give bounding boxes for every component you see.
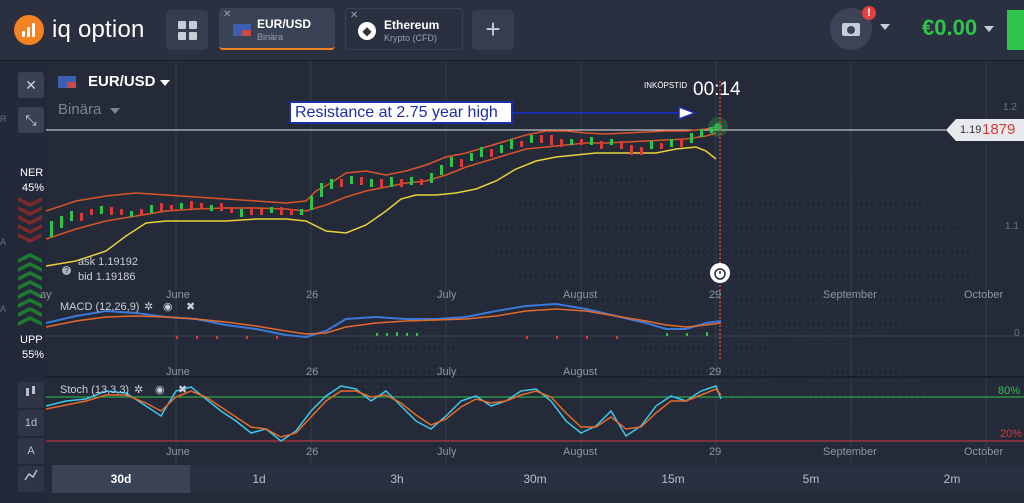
us-flag-icon <box>58 76 76 88</box>
top-bar: iq option ✕ EUR/USD Binära ✕ ◆ Ethereum … <box>0 0 1024 61</box>
logo-text: iq option <box>52 16 145 43</box>
tab-subtitle: Krypto (CFD) <box>384 33 438 43</box>
month-label: September <box>823 446 877 458</box>
close-tab-icon[interactable]: ✕ <box>223 9 231 20</box>
month-label: 26 <box>306 366 319 378</box>
month-label: September <box>823 289 877 301</box>
eye-icon[interactable]: ◉ <box>155 383 165 396</box>
month-label: October <box>964 446 1004 458</box>
gear-icon[interactable]: ✲ <box>144 300 153 313</box>
add-tab-button[interactable]: + <box>472 10 514 50</box>
sentiment-chevrons <box>18 197 42 326</box>
tab-subtitle: Binära <box>257 32 284 42</box>
month-label: June <box>166 366 190 378</box>
month-label: August <box>563 446 598 458</box>
macd-zero: 0 <box>1014 328 1020 339</box>
resistance-annotation: Resistance at 2.75 year high <box>289 101 513 124</box>
expiry-label: INKÖPSTID <box>644 81 688 90</box>
instrument-type[interactable]: Binära <box>58 101 101 118</box>
asset-selector[interactable]: EUR/USD <box>88 73 156 90</box>
macd-label: MACD (12,26,9) <box>60 301 140 313</box>
deposit-button[interactable] <box>1007 10 1024 50</box>
timeframe-1d[interactable]: 1d <box>190 465 328 493</box>
close-icon[interactable]: ✖ <box>186 300 195 313</box>
close-tab-icon[interactable]: ✕ <box>350 10 358 21</box>
logo[interactable]: iq option <box>14 14 145 46</box>
price-tick: 1.2 <box>1003 102 1017 113</box>
timeframe-30d[interactable]: 30d <box>52 465 190 493</box>
chevron-down-icon[interactable] <box>110 108 120 114</box>
timeframe-3h[interactable]: 3h <box>328 465 466 493</box>
month-label: August <box>563 289 598 301</box>
chevron-down-icon[interactable] <box>984 26 994 32</box>
month-label: August <box>563 366 598 378</box>
chart-area[interactable] <box>46 61 1024 464</box>
chevron-down-icon[interactable] <box>160 80 170 86</box>
month-label: 26 <box>306 289 319 301</box>
tab-title: Ethereum <box>384 18 440 32</box>
timeframe-button[interactable]: 1d <box>18 410 44 436</box>
left-tick: R <box>0 114 7 124</box>
left-tick: A <box>0 237 7 247</box>
grid-icon <box>177 20 197 40</box>
month-label: July <box>437 446 457 458</box>
tab-eurusd[interactable]: ✕ EUR/USD Binära <box>219 8 335 50</box>
drawing-tool-button[interactable]: A <box>18 438 44 464</box>
gear-icon[interactable]: ✲ <box>134 383 143 396</box>
camera-lens <box>847 26 855 34</box>
balance[interactable]: €0.00 <box>922 15 977 41</box>
month-label: 29 <box>709 289 722 301</box>
us-flag-icon <box>233 24 251 36</box>
upp-label: UPP <box>20 334 43 346</box>
help-icon[interactable]: ? <box>62 266 71 275</box>
month-label: ay <box>40 289 52 301</box>
ner-percent: 45% <box>22 182 45 194</box>
ner-label: NER <box>20 167 44 179</box>
price-prefix: 1.19 <box>960 124 982 136</box>
collapse-button[interactable]: ⤡ <box>18 107 44 133</box>
alert-badge: ! <box>862 6 876 20</box>
indicator-icon <box>24 469 38 481</box>
upp-percent: 55% <box>22 349 45 361</box>
stoch-lower-level: 20% <box>1000 428 1023 440</box>
month-label: 26 <box>306 446 319 458</box>
timeframe-5m[interactable]: 5m <box>742 465 880 493</box>
close-icon[interactable]: ✖ <box>178 383 187 396</box>
ethereum-icon: ◆ <box>358 22 376 40</box>
close-chart-button[interactable]: ✕ <box>18 72 44 98</box>
timeframe-15m[interactable]: 15m <box>604 465 742 493</box>
tab-ethereum[interactable]: ✕ ◆ Ethereum Krypto (CFD) <box>345 8 463 50</box>
timeframe-2m[interactable]: 2m <box>880 465 1024 493</box>
bid-price: bid 1.19186 <box>78 271 136 283</box>
month-label: October <box>964 289 1004 301</box>
apps-grid-button[interactable] <box>166 10 208 50</box>
stoch-upper-level: 80% <box>998 385 1021 397</box>
price-digits: 1879 <box>982 121 1016 138</box>
month-label: June <box>166 446 190 458</box>
month-label: July <box>437 366 457 378</box>
candles-icon <box>26 386 35 396</box>
tab-title: EUR/USD <box>257 17 312 31</box>
chevron-down-icon[interactable] <box>880 24 890 30</box>
stoch-label: Stoch (13,3,3) <box>60 384 130 396</box>
left-tick: A <box>0 304 7 314</box>
month-label: 29 <box>709 366 722 378</box>
screenshot-button[interactable]: ! <box>830 6 876 50</box>
current-price-tag: 1.19 1879 <box>946 119 1024 141</box>
ask-price: ask 1.19192 <box>78 256 138 268</box>
logo-icon <box>14 15 44 45</box>
eye-icon[interactable]: ◉ <box>163 300 173 313</box>
expiry-timer: 00:14 <box>693 79 741 100</box>
indicators-button[interactable] <box>18 466 44 492</box>
timeframe-30m[interactable]: 30m <box>466 465 604 493</box>
chart-type-button[interactable] <box>18 382 44 408</box>
price-tick: 1.1 <box>1005 221 1019 232</box>
month-label: 29 <box>709 446 722 458</box>
month-label: July <box>437 289 457 301</box>
